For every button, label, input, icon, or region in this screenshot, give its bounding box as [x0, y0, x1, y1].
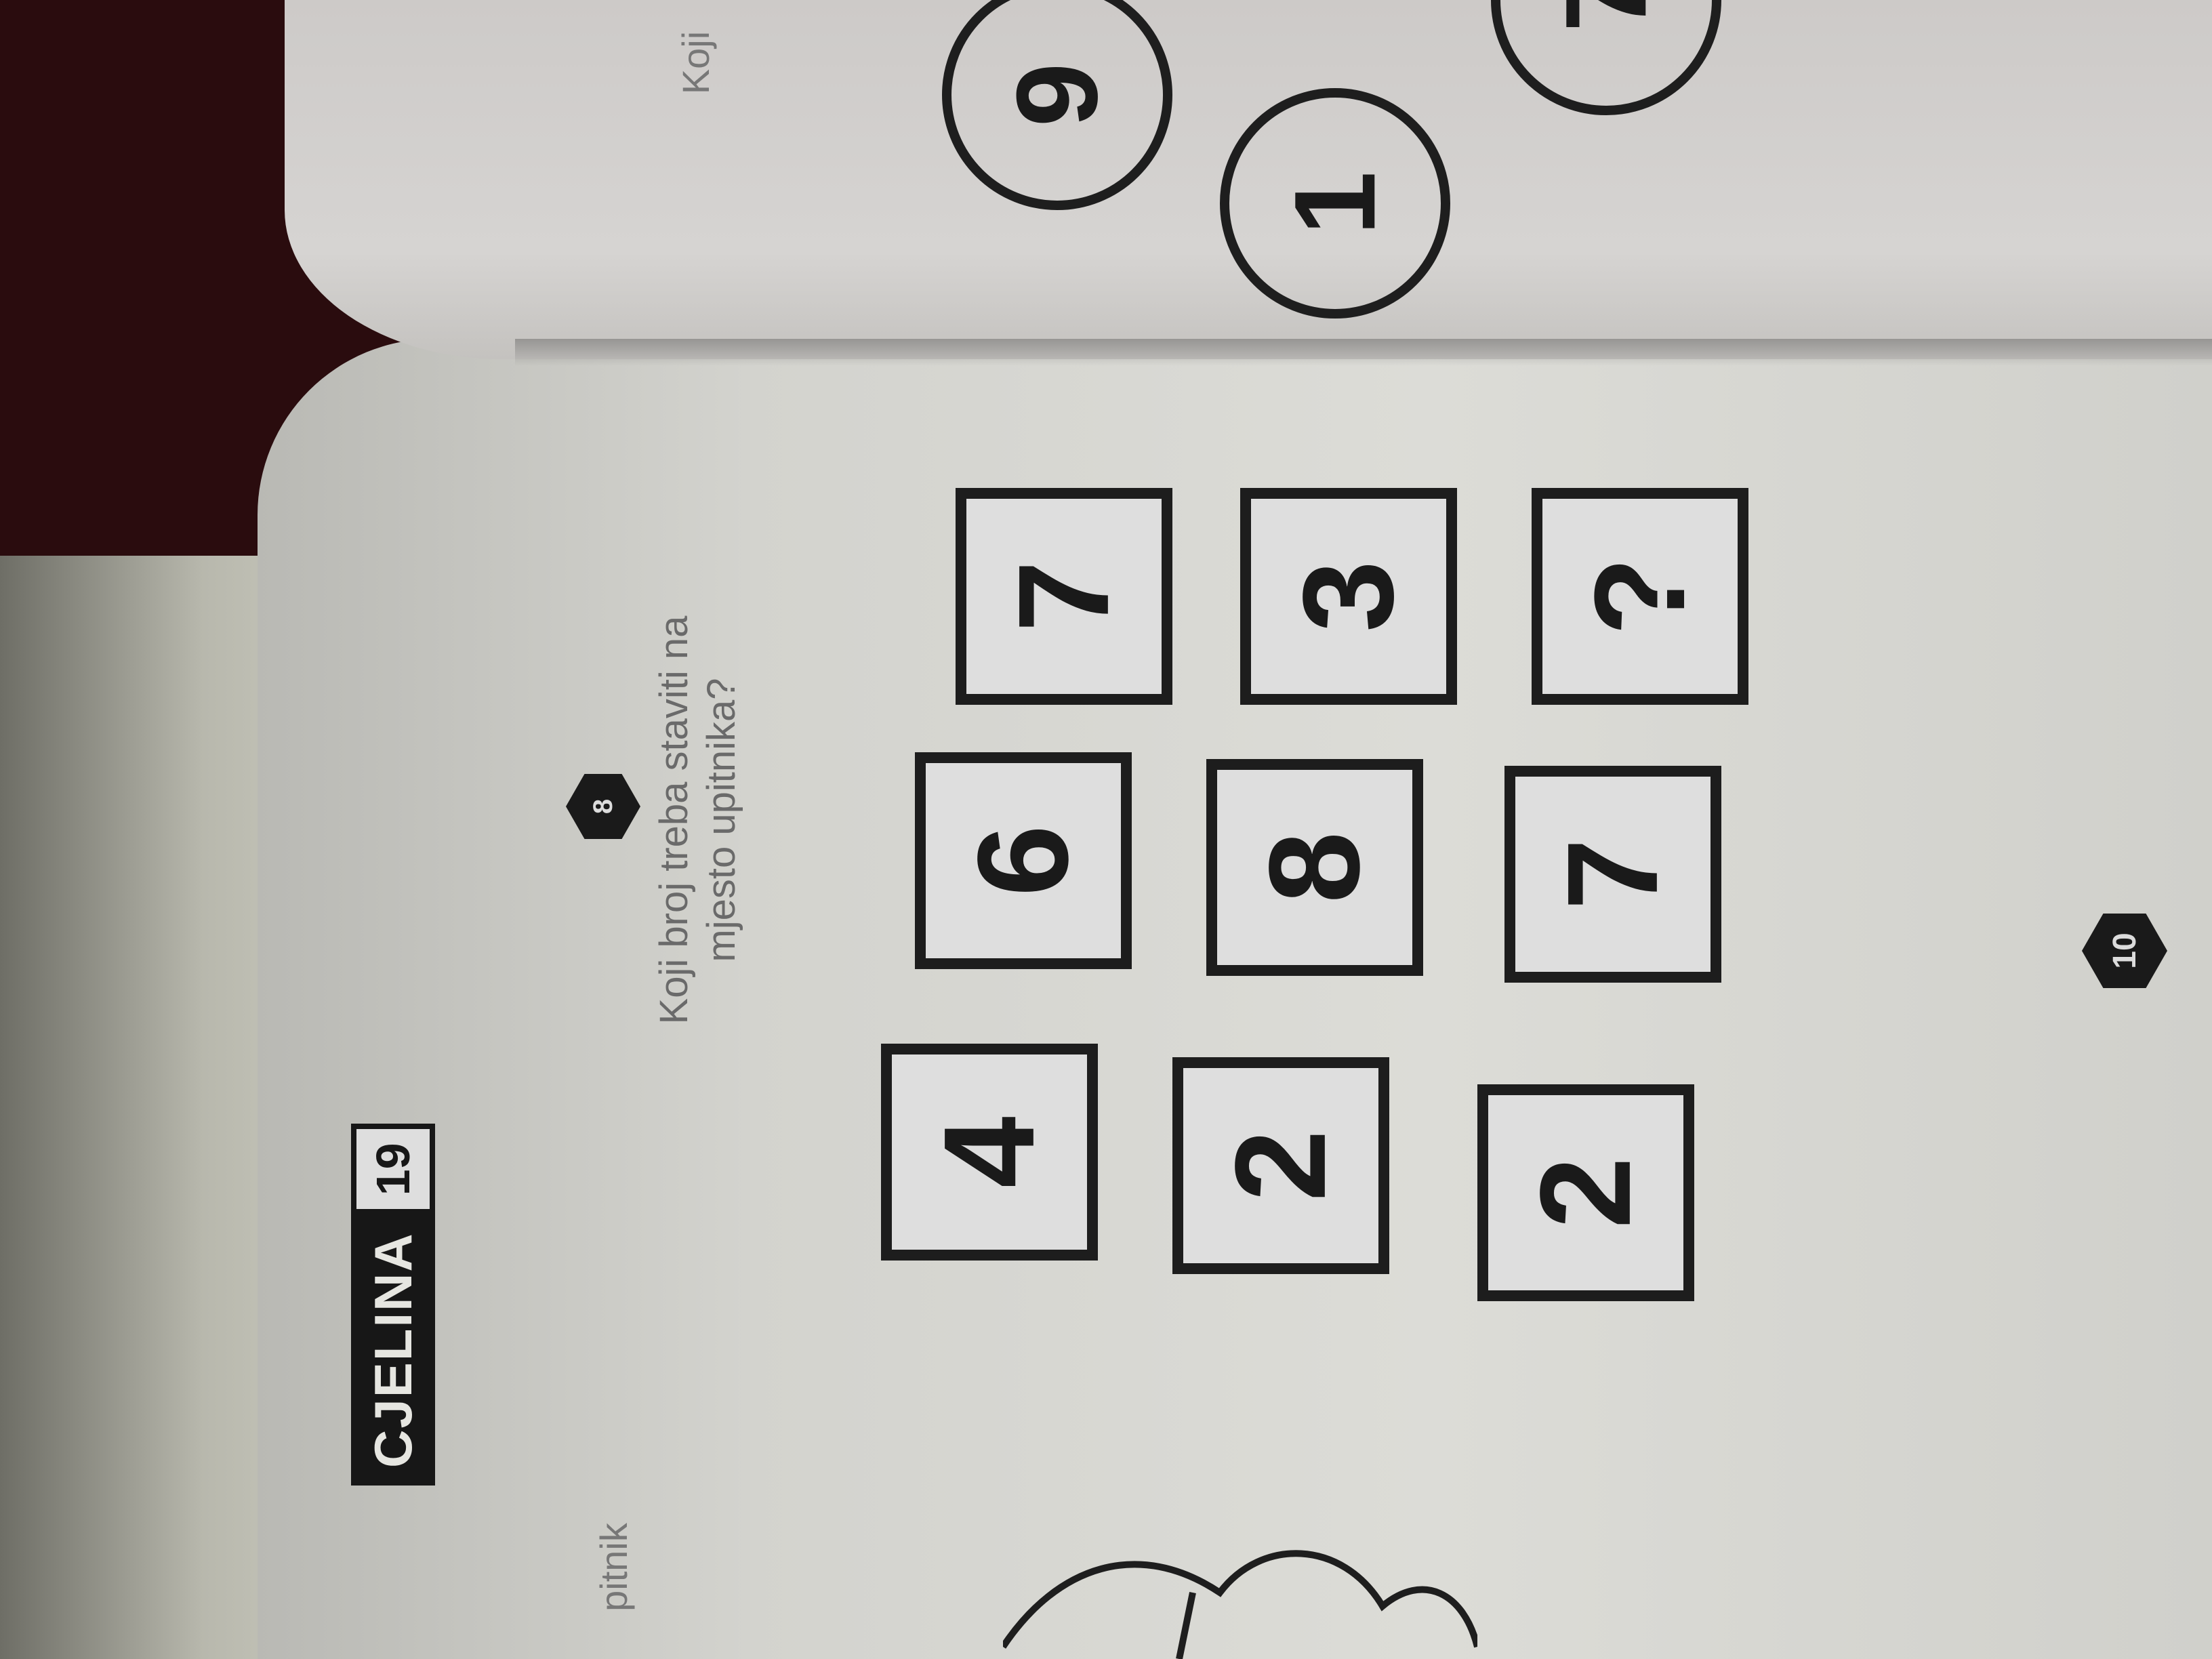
puzzle-number: 8 [588, 798, 618, 815]
facing-page-text: Koji [674, 30, 718, 95]
grid-value: 8 [1242, 832, 1387, 903]
open-book-page [258, 339, 2212, 1659]
circle-number: 7 [1541, 0, 1671, 33]
left-edge-text: pitnik [592, 1523, 635, 1612]
number-circle: 1 [1220, 88, 1450, 319]
section-number: 19 [351, 1124, 435, 1215]
grid-cell: 2 [1172, 1057, 1389, 1274]
grid-cell: 4 [881, 1044, 1098, 1261]
grid-value: 6 [951, 825, 1095, 897]
grid-value: 7 [991, 560, 1136, 632]
question-line: Koji broj treba staviti na [652, 615, 697, 1025]
grid-cell: 6 [915, 752, 1132, 969]
circle-number: 9 [992, 62, 1122, 127]
grid-cell: 8 [1206, 759, 1423, 976]
partial-illustration [1003, 1550, 1477, 1659]
grid-value: 2 [1513, 1157, 1658, 1229]
section-label: CJELINA 19 [351, 1124, 435, 1486]
next-puzzle-number: 10 [2106, 933, 2143, 969]
book-gutter-shadow [515, 339, 2212, 366]
grid-cell: 7 [956, 488, 1172, 705]
grid-cell: 2 [1477, 1084, 1694, 1301]
grid-value: 2 [1208, 1130, 1353, 1202]
grid-value: 3 [1276, 560, 1420, 632]
grid-value: ? [1568, 556, 1712, 636]
grid-cell: ? [1532, 488, 1748, 705]
question-line: mjesto upitnika? [699, 678, 743, 962]
section-name: CJELINA [351, 1214, 435, 1486]
grid-cell: 7 [1504, 766, 1721, 983]
grid-cell: 3 [1240, 488, 1457, 705]
circle-number: 1 [1270, 171, 1399, 236]
photo-scene: 9 1 7 Koji pitnik CJELINA 19 8 Koji broj… [0, 0, 2212, 1659]
grid-value: 7 [1540, 838, 1685, 910]
grid-value: 4 [917, 1116, 1061, 1188]
question-text: Koji broj treba staviti na mjesto upitni… [630, 562, 766, 1078]
